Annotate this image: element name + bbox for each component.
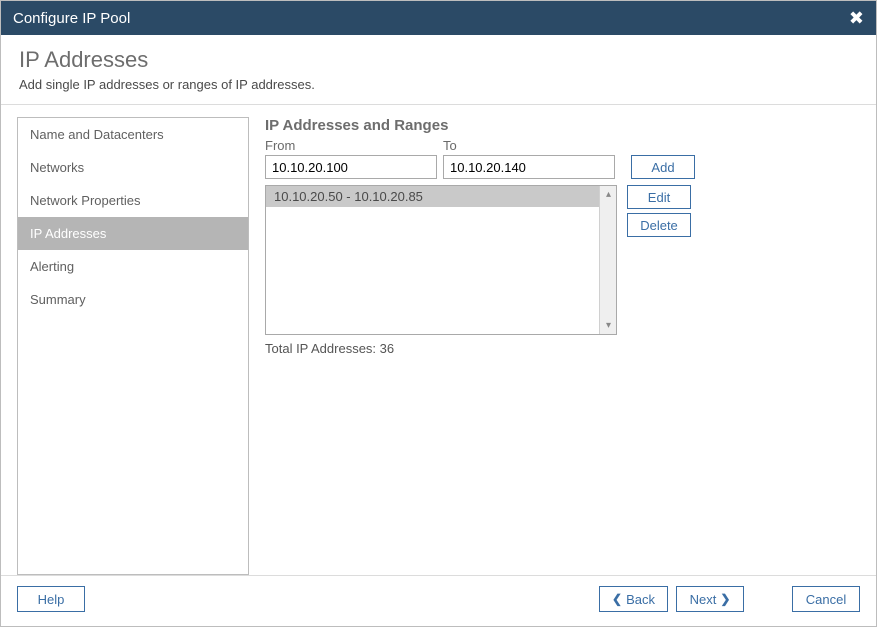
- chevron-right-icon: ❯: [720, 592, 730, 606]
- sidebar-item-ip-addresses[interactable]: IP Addresses: [18, 217, 248, 250]
- list-buttons: Edit Delete: [627, 185, 691, 335]
- add-button[interactable]: Add: [631, 155, 695, 179]
- footer-right: ❮ Back Next ❯ Cancel: [599, 586, 860, 612]
- configure-ip-pool-dialog: Configure IP Pool ✖ IP Addresses Add sin…: [0, 0, 877, 627]
- back-button[interactable]: ❮ Back: [599, 586, 668, 612]
- from-label: From: [265, 138, 437, 153]
- header: IP Addresses Add single IP addresses or …: [1, 35, 876, 105]
- sidebar-item-network-properties[interactable]: Network Properties: [18, 184, 248, 217]
- to-input[interactable]: [443, 155, 615, 179]
- list-item[interactable]: 10.10.20.50 - 10.10.20.85: [266, 186, 616, 207]
- delete-button[interactable]: Delete: [627, 213, 691, 237]
- listbox-row: 10.10.20.50 - 10.10.20.85 ▴ ▾ Edit Delet…: [265, 185, 852, 335]
- close-icon[interactable]: ✖: [849, 8, 864, 29]
- sidebar-item-name-datacenters[interactable]: Name and Datacenters: [18, 118, 248, 151]
- scroll-down-icon[interactable]: ▾: [600, 317, 617, 334]
- to-column: To: [443, 138, 615, 179]
- sidebar-item-networks[interactable]: Networks: [18, 151, 248, 184]
- from-input[interactable]: [265, 155, 437, 179]
- ip-range-listbox[interactable]: 10.10.20.50 - 10.10.20.85 ▴ ▾: [265, 185, 617, 335]
- to-label: To: [443, 138, 615, 153]
- sidebar-item-alerting[interactable]: Alerting: [18, 250, 248, 283]
- scroll-up-icon[interactable]: ▴: [600, 186, 617, 203]
- titlebar: Configure IP Pool ✖: [1, 1, 876, 35]
- chevron-left-icon: ❮: [612, 592, 622, 606]
- page-title: IP Addresses: [19, 47, 858, 73]
- range-input-row: From To Add: [265, 138, 852, 179]
- cancel-button[interactable]: Cancel: [792, 586, 860, 612]
- range-buttons: Add: [631, 155, 695, 179]
- footer: Help ❮ Back Next ❯ Cancel: [1, 575, 876, 626]
- total-ip-count: Total IP Addresses: 36: [265, 341, 852, 356]
- edit-button[interactable]: Edit: [627, 185, 691, 209]
- section-title: IP Addresses and Ranges: [265, 117, 852, 134]
- from-column: From: [265, 138, 437, 179]
- wizard-sidebar: Name and Datacenters Networks Network Pr…: [17, 117, 249, 575]
- dialog-title: Configure IP Pool: [13, 10, 130, 27]
- help-button[interactable]: Help: [17, 586, 85, 612]
- page-subtitle: Add single IP addresses or ranges of IP …: [19, 77, 858, 92]
- sidebar-item-summary[interactable]: Summary: [18, 283, 248, 316]
- body: Name and Datacenters Networks Network Pr…: [1, 105, 876, 575]
- next-button[interactable]: Next ❯: [676, 586, 744, 612]
- scrollbar[interactable]: ▴ ▾: [599, 186, 616, 334]
- main-panel: IP Addresses and Ranges From To Add 10.: [265, 117, 860, 575]
